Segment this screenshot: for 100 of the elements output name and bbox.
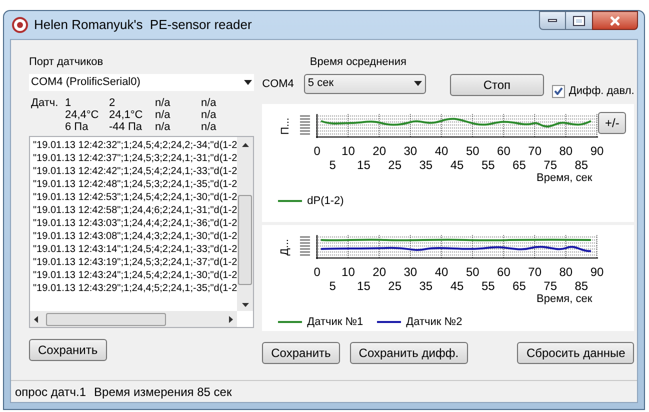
status-text: Время измерения 85 сек [94,384,232,400]
log-line: "19.01.13 12:42:58";1;24,4;6;2;24,1;-31;"d(1-2 [33,204,238,217]
stop-button[interactable]: Стоп [450,74,544,96]
status-text: опрос датч.1 [15,384,86,400]
save-diff-button[interactable]: Сохранить дифф. [350,342,468,364]
maximize-button[interactable] [566,11,592,30]
scroll-down-icon [242,303,249,307]
tick-label: 25 [388,278,402,295]
save-button[interactable]: Сохранить [262,342,340,364]
sensor-value: 24,4°C [65,109,100,121]
averaging-dropdown[interactable]: 5 сек [304,74,426,94]
tick-label: 90 [590,143,604,160]
tick-label: 55 [481,278,495,295]
tick-label: 80 [559,143,573,160]
log-line: "19.01.13 12:42:42";1;24,5;4;2;24,1;-33;"d(1-2 [33,165,238,178]
tick-label: 15 [357,278,370,295]
scroll-thumb[interactable] [46,312,166,326]
tick-label: 35 [419,157,433,174]
tick-label: 10 [342,264,355,281]
scroll-thumb[interactable] [238,195,252,285]
sensor-value: n/a [201,109,218,121]
sensor-value: 1 [65,97,72,109]
scroll-left-icon [34,316,38,322]
save-button[interactable]: Сохранить [29,339,107,361]
log-line: "19.01.13 12:43:14";1;24,5;4;2;24,1;-33;"d(1-2 [33,243,238,256]
axis-title: Время, сек [536,171,592,186]
reset-button[interactable]: Сбросить данные [517,342,634,364]
tick-label: 0 [314,143,320,160]
legend-label: dP(1-2) [307,194,344,208]
tick-label: 5 [329,278,336,295]
tick-label: 80 [559,264,573,281]
port-dropdown[interactable]: COM4 (ProlificSerial0) [29,74,254,91]
sensor-value: 2 [109,97,116,109]
log-line: "19.01.13 12:43:03";1;24,4;4;2;24,1;-36;"d(1-2 [33,217,238,230]
log-line: "19.01.13 12:42:48";1;24,5;3;2;24,1;-35;"d(1-2 [33,178,238,191]
dropdown-arrow-icon [414,81,422,86]
tick-label: 65 [512,278,526,295]
tick-label: 45 [450,157,464,174]
dropdown-arrow-icon [244,80,252,85]
minimize-button[interactable] [539,11,566,30]
axis-title: Время, сек [536,292,592,307]
horizontal-scrollbar[interactable] [30,311,238,327]
tick-label: 70 [528,264,542,281]
tick-label: 65 [512,157,526,174]
tick-label: 15 [357,157,370,174]
sensor-value: 6 Па [65,121,90,133]
tick-label: 85 [574,157,588,174]
field-label: Порт датчиков [29,55,104,70]
tick-label: 45 [450,278,464,295]
tick-label: 25 [388,157,402,174]
axis-label: П... [278,116,292,137]
log-line: "19.01.13 12:42:53";1;24,5;4;2;24,1;-30;"d(1-2 [33,191,238,204]
sensor-value: 24,1°C [109,109,144,121]
tick-label: 75 [544,278,557,294]
sensor-value: -44 Па [109,121,143,133]
close-icon [609,16,621,26]
tick-label: 40 [434,264,448,281]
tick-label: 55 [481,157,495,174]
sensor-value: n/a [155,97,172,109]
tick-label: 35 [419,278,433,295]
log-line: "19.01.13 12:43:08";1;24,4;3;2;24,1;-30;"d(1-2 [33,230,238,243]
tick-label: 0 [314,264,320,281]
sensor-value: n/a [201,121,218,133]
tick-label: 50 [466,264,480,281]
tick-label: 60 [497,264,510,281]
log-line: "19.01.13 12:43:19";1;24,5;3;2;24,1;-37;"d(1-2 [33,256,238,269]
tick-label: 50 [466,143,480,160]
sensor-value: n/a [155,121,172,133]
tick-label: 30 [404,143,418,160]
sensor-value: n/a [155,109,172,121]
check-icon [554,87,563,96]
scroll-up-icon [242,143,249,147]
vertical-scrollbar[interactable] [237,137,254,311]
axis-label: Д... [278,238,292,258]
tick-label: 30 [404,264,418,281]
app-logo-icon [12,17,28,33]
log-line: "19.01.13 12:42:37";1;24,5;3;2;24,1;-31;"d(1-2 [33,152,238,165]
tick-label: 40 [434,143,448,160]
zoom-button[interactable]: +/- [598,112,626,134]
scroll-right-icon [229,316,234,322]
legend-label: Датчик №1 [307,314,364,330]
tick-label: 70 [528,143,542,160]
sensor-label: Датч. [31,97,60,109]
log-line: "19.01.13 12:43:24";1;24,5;4;2;24,1;-30;"d(1-2 [33,269,238,282]
tick-label: 20 [372,264,386,281]
log-line: "19.01.13 12:43:29";1;24,4;5;2;24,1;-35;"d(1-2 [33,282,238,295]
tick-label: 85 [574,278,588,295]
field-label: Время осреднения [310,55,408,70]
tick-label: 10 [342,143,355,160]
window-title: Helen Romanyuk's PE-sensor reader [34,16,252,34]
checkbox[interactable] [552,84,565,98]
legend-label: Датчик №2 [406,314,462,330]
checkbox-label: Дифф. давл. [568,84,634,99]
tick-label: 90 [590,264,604,281]
port-name: COM4 [262,77,294,92]
close-button[interactable] [592,11,638,30]
tick-label: 5 [329,157,336,174]
log-line: "19.01.13 12:42:32";1;24,5;4;2;24,2;-34;"d(1-2 [33,139,238,152]
tick-label: 75 [544,157,557,173]
tick-label: 20 [372,143,386,160]
